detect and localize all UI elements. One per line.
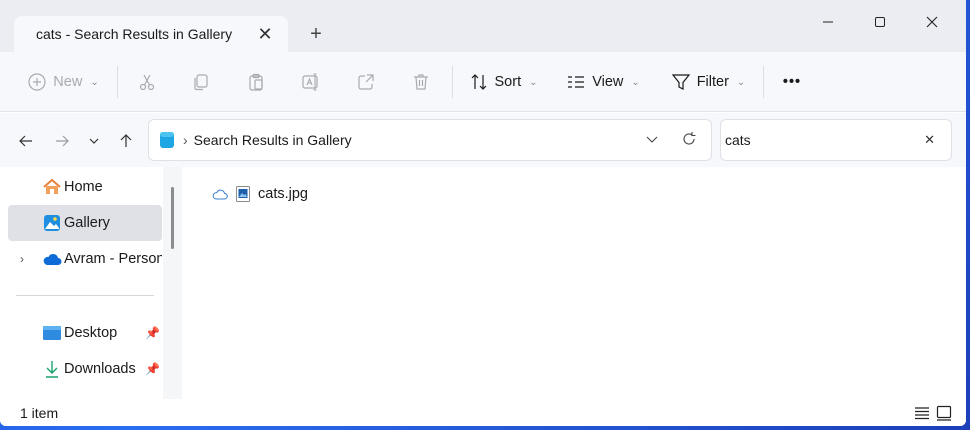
clipboard-icon [249,73,263,91]
chevron-down-icon [646,136,658,143]
new-button-label: New [53,74,83,90]
download-arrow-icon [42,359,62,379]
onedrive-cloud-icon [42,249,62,269]
scissors-icon [139,74,155,91]
sidebar-item-downloads[interactable]: Downloads 📌 [8,351,162,387]
address-row: › Search Results in Gallery ✕ [0,113,966,167]
tab-search-results[interactable]: cats - Search Results in Gallery ✕ [14,16,288,52]
sidebar-item-home[interactable]: Home [8,169,162,205]
address-history-button[interactable] [645,132,659,149]
minimize-button[interactable] [802,4,854,40]
scrollbar-thumb[interactable] [171,187,174,249]
filter-button[interactable]: Filter ⌄ [668,64,748,100]
refresh-button[interactable] [681,131,697,150]
breadcrumb-separator: › [183,132,188,148]
copy-button[interactable] [186,64,216,100]
file-name: cats.jpg [258,186,308,202]
rename-button[interactable] [296,64,326,100]
arrow-up-icon [120,134,132,147]
breadcrumb-location[interactable]: Search Results in Gallery [194,132,352,148]
sidebar-item-desktop[interactable]: Desktop 📌 [8,315,162,351]
title-bar: cats - Search Results in Gallery ✕ + [0,0,966,52]
toolbar-divider [452,66,453,98]
sidebar-scrollbar[interactable] [163,167,182,399]
toolbar-divider [763,66,764,98]
rename-icon [302,73,318,91]
thumbnail-view-icon [936,405,952,421]
forward-button[interactable] [48,127,76,155]
sidebar-item-label: Gallery [64,215,110,231]
arrow-left-icon [19,135,32,147]
sidebar-item-label: Desktop [64,325,118,341]
recent-locations-button[interactable] [80,127,108,155]
chevron-down-icon: ⌄ [90,76,99,88]
search-box[interactable]: ✕ [720,119,952,161]
tab-title: cats - Search Results in Gallery [36,26,233,42]
refresh-icon [683,132,696,145]
up-button[interactable] [112,127,140,155]
sort-button-label: Sort [494,74,522,90]
sidebar-item-label: Home [64,179,103,195]
share-icon [358,74,374,90]
file-explorer-window: cats - Search Results in Gallery ✕ + New… [0,0,966,426]
cut-button[interactable] [132,64,162,100]
chevron-down-icon: ⌄ [631,76,640,88]
delete-button[interactable] [406,64,436,100]
chevron-down-icon: ⌄ [736,76,746,88]
arrow-right-icon [56,135,69,147]
home-icon [42,177,62,197]
sort-icon [471,74,486,90]
item-count: 1 item [20,404,59,421]
pin-icon[interactable]: 📌 [145,326,160,340]
list-view-icon [568,76,585,88]
file-list: cats.jpg [184,167,966,399]
maximize-button[interactable] [854,4,906,40]
chevron-down-icon: ⌄ [529,76,538,88]
thumbnail-view-button[interactable] [934,403,954,423]
image-file-icon [236,186,250,202]
navigation-pane: Home Gallery › Avram - Personal Desktop … [0,167,182,399]
trash-icon [414,74,428,90]
filter-button-label: Filter [696,74,729,90]
command-bar: New ⌄ Sort ⌄ View ⌄ Filter ⌄ ••• [0,52,966,112]
toolbar-divider [117,66,118,98]
new-button[interactable]: New ⌄ [24,64,102,100]
pin-icon[interactable]: 📌 [145,362,160,376]
view-button-label: View [592,74,624,90]
view-button[interactable]: View ⌄ [564,64,642,100]
sidebar-item-label: Avram - Personal [64,251,162,267]
more-options-button[interactable]: ••• [774,64,810,100]
sidebar-divider [16,295,154,296]
clear-search-button[interactable]: ✕ [924,132,935,148]
minimize-icon [823,21,833,23]
status-bar: 1 item [0,399,966,426]
chevron-down-icon [89,138,99,144]
chevron-right-icon[interactable]: › [20,252,24,266]
sidebar-item-label: Downloads [64,361,136,377]
sidebar-item-gallery[interactable]: Gallery [8,205,162,241]
back-button[interactable] [12,127,40,155]
filter-icon [671,74,690,90]
details-view-icon [915,407,929,420]
tab-close-button[interactable]: ✕ [248,20,282,48]
maximize-icon [875,17,885,27]
close-window-button[interactable] [906,4,958,40]
copy-icon [194,74,208,91]
paste-button[interactable] [241,64,271,100]
plus-circle-icon [28,73,46,91]
list-item[interactable]: cats.jpg [212,181,308,207]
search-input[interactable] [725,132,905,148]
sidebar-item-onedrive[interactable]: › Avram - Personal [8,241,162,277]
share-button[interactable] [351,64,381,100]
sort-button[interactable]: Sort ⌄ [466,64,540,100]
desktop-icon [42,323,62,343]
close-icon [926,16,938,28]
cloud-icon [212,189,228,200]
address-bar[interactable]: › Search Results in Gallery [148,119,712,161]
new-tab-button[interactable]: + [300,20,332,48]
gallery-location-icon [160,132,174,148]
gallery-icon [42,213,62,233]
details-view-button[interactable] [912,403,932,423]
